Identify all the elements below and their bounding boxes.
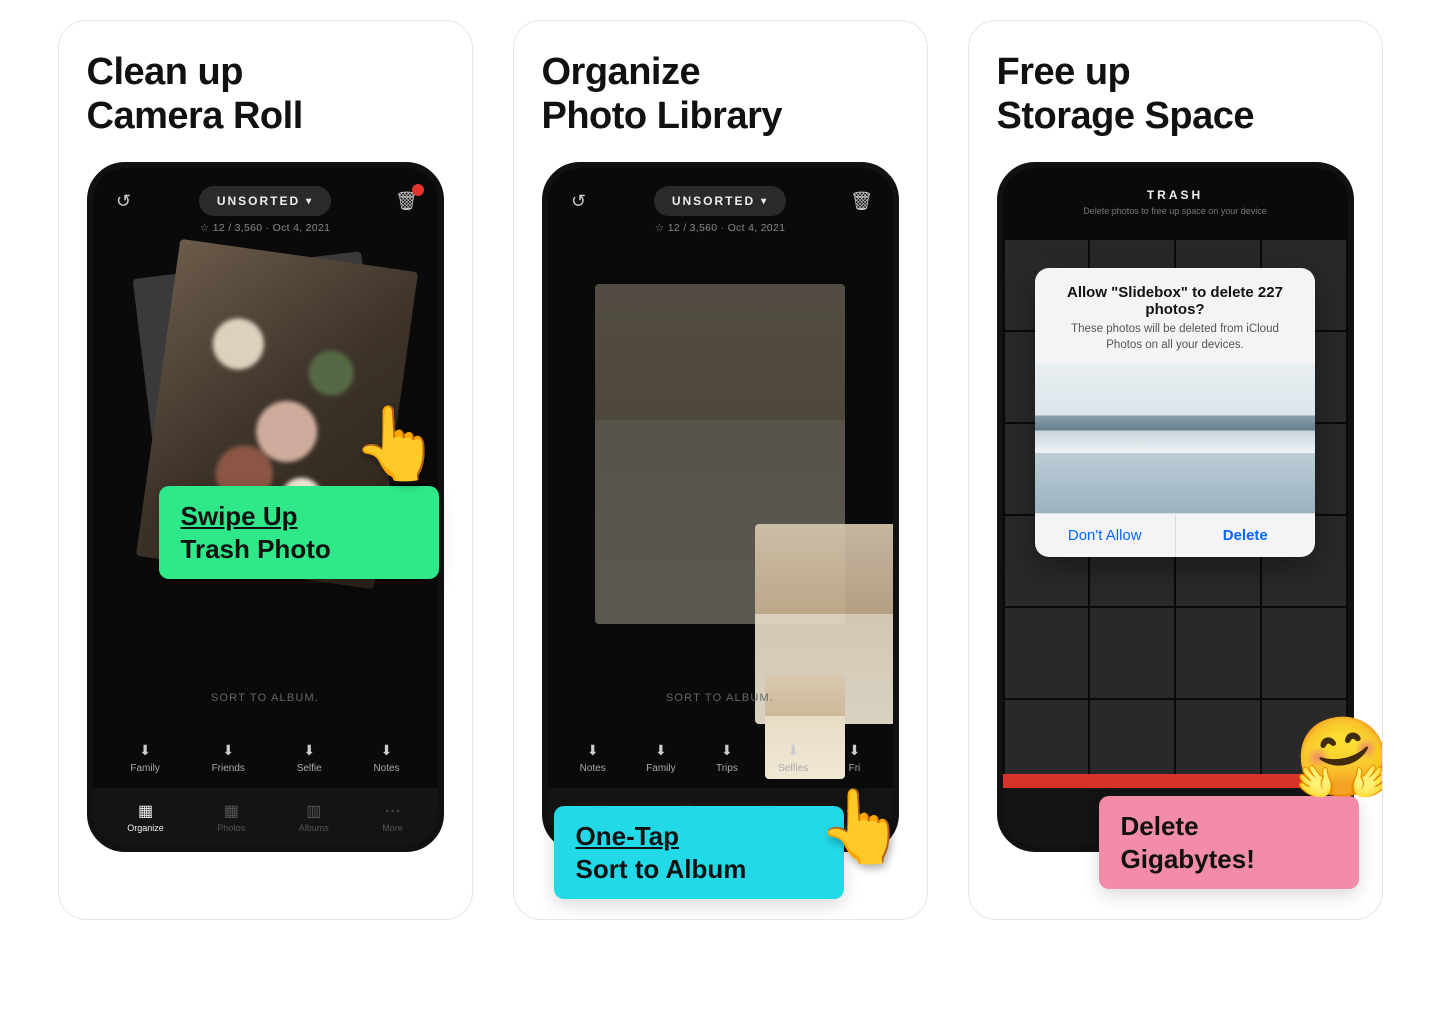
- download-icon: ⬇: [655, 742, 667, 759]
- title-line-1: Clean up: [87, 51, 243, 93]
- alert-body: These photos will be deleted from iCloud…: [1035, 322, 1315, 363]
- tab-more[interactable]: ⋯More: [382, 801, 403, 833]
- album-item[interactable]: ⬇Selfies: [778, 742, 808, 774]
- album-item[interactable]: ⬇Notes: [580, 742, 606, 774]
- album-item[interactable]: ⬇Family: [130, 742, 159, 774]
- pill-label: UNSORTED: [217, 194, 300, 208]
- phone-mockup: ↺ UNSORTED ▾ 🗑 ☆ 12 / 3,560 · Oct 4, 202…: [542, 162, 899, 852]
- filter-pill[interactable]: UNSORTED ▾: [654, 186, 786, 216]
- download-icon: ⬇: [303, 742, 315, 759]
- callout-one-tap: One-Tap Sort to Album: [554, 806, 844, 899]
- panel-clean-up: Clean up Camera Roll ↺ UNSORTED ▾ 🗑 ☆ 12…: [58, 20, 473, 920]
- notification-badge: [412, 184, 424, 196]
- title-line-2: Storage Space: [997, 95, 1255, 137]
- title-line-1: Organize: [542, 51, 701, 93]
- pill-label: UNSORTED: [672, 194, 755, 208]
- title-line-2: Camera Roll: [87, 95, 303, 137]
- album-row: ⬇Notes ⬇Family ⬇Trips ⬇Selfies ⬇Fri: [548, 742, 893, 774]
- album-item[interactable]: ⬇Selfie: [297, 742, 322, 774]
- alert-delete-button[interactable]: Delete: [1176, 514, 1316, 557]
- phone-topbar: ↺ UNSORTED ▾ 🗑: [93, 168, 438, 222]
- photos-icon: ▦: [224, 801, 239, 821]
- download-icon: ⬇: [139, 742, 151, 759]
- title-line-1: Free up: [997, 51, 1131, 93]
- undo-button[interactable]: ↺: [566, 188, 592, 214]
- panel-title: Clean up Camera Roll: [87, 51, 444, 138]
- download-icon: ⬇: [787, 742, 799, 759]
- albums-icon: ▥: [306, 801, 321, 821]
- download-icon: ⬇: [587, 742, 599, 759]
- trash-button[interactable]: 🗑: [849, 188, 875, 214]
- undo-button[interactable]: ↺: [111, 188, 137, 214]
- tab-organize[interactable]: ▦Organize: [127, 801, 164, 833]
- title-line-2: Photo Library: [542, 95, 783, 137]
- tab-photos[interactable]: ▦Photos: [217, 801, 245, 833]
- tab-bar: ▦Organize ▦Photos ▥Albums ⋯More: [93, 788, 438, 846]
- hand-emoji: 👆: [817, 784, 907, 869]
- system-alert: Allow "Slidebox" to delete 227 photos? T…: [1035, 268, 1315, 557]
- photo-meta: ☆ 12 / 3,560 · Oct 4, 2021: [548, 222, 893, 244]
- callout-strong: Delete: [1121, 811, 1199, 841]
- app-store-panels: Clean up Camera Roll ↺ UNSORTED ▾ 🗑 ☆ 12…: [58, 20, 1383, 920]
- trash-screen-subtitle: Delete photos to free up space on your d…: [1003, 202, 1348, 226]
- album-item[interactable]: ⬇Family: [646, 742, 675, 774]
- callout-strong: Swipe Up: [181, 501, 298, 531]
- callout-rest: Sort to Album: [576, 854, 747, 884]
- album-row: ⬇Family ⬇Friends ⬇Selfie ⬇Notes: [93, 742, 438, 774]
- trash-screen-title: TRASH: [1003, 168, 1348, 202]
- organize-icon: ▦: [138, 801, 153, 821]
- panel-title: Free up Storage Space: [997, 51, 1354, 138]
- photo-meta: ☆ 12 / 3,560 · Oct 4, 2021: [93, 222, 438, 244]
- album-item[interactable]: ⬇Friends: [212, 742, 245, 774]
- callout-rest: Gigabytes!: [1121, 844, 1255, 874]
- callout-strong: One-Tap: [576, 821, 680, 851]
- hug-emoji: 🤗: [1294, 712, 1382, 804]
- download-icon: ⬇: [222, 742, 234, 759]
- sort-label: SORT TO ALBUM.: [93, 692, 438, 704]
- panel-organize: Organize Photo Library ↺ UNSORTED ▾ 🗑 ☆ …: [513, 20, 928, 920]
- alert-actions: Don't Allow Delete: [1035, 513, 1315, 557]
- tab-albums[interactable]: ▥Albums: [299, 801, 329, 833]
- download-icon: ⬇: [381, 742, 393, 759]
- album-item[interactable]: ⬇Notes: [373, 742, 399, 774]
- hand-emoji: 👆: [352, 401, 442, 486]
- panel-free-up: Free up Storage Space TRASH Delete photo…: [968, 20, 1383, 920]
- alert-title: Allow "Slidebox" to delete 227 photos?: [1035, 268, 1315, 322]
- download-icon: ⬇: [849, 742, 861, 759]
- phone-topbar: ↺ UNSORTED ▾ 🗑: [548, 168, 893, 222]
- callout-delete: Delete Gigabytes!: [1099, 796, 1359, 889]
- download-icon: ⬇: [721, 742, 733, 759]
- album-item[interactable]: ⬇Trips: [716, 742, 738, 774]
- chevron-down-icon: ▾: [306, 196, 313, 207]
- album-item[interactable]: ⬇Fri: [849, 742, 861, 774]
- alert-preview-image: [1035, 363, 1315, 513]
- card-stack[interactable]: [548, 244, 893, 734]
- alert-dont-allow-button[interactable]: Don't Allow: [1035, 514, 1176, 557]
- chevron-down-icon: ▾: [761, 196, 768, 207]
- more-icon: ⋯: [384, 801, 400, 821]
- sort-label: SORT TO ALBUM.: [548, 692, 893, 704]
- panel-title: Organize Photo Library: [542, 51, 899, 138]
- callout-swipe-up: Swipe Up Trash Photo: [159, 486, 439, 579]
- filter-pill[interactable]: UNSORTED ▾: [199, 186, 331, 216]
- callout-rest: Trash Photo: [181, 534, 331, 564]
- trash-button[interactable]: 🗑: [394, 188, 420, 214]
